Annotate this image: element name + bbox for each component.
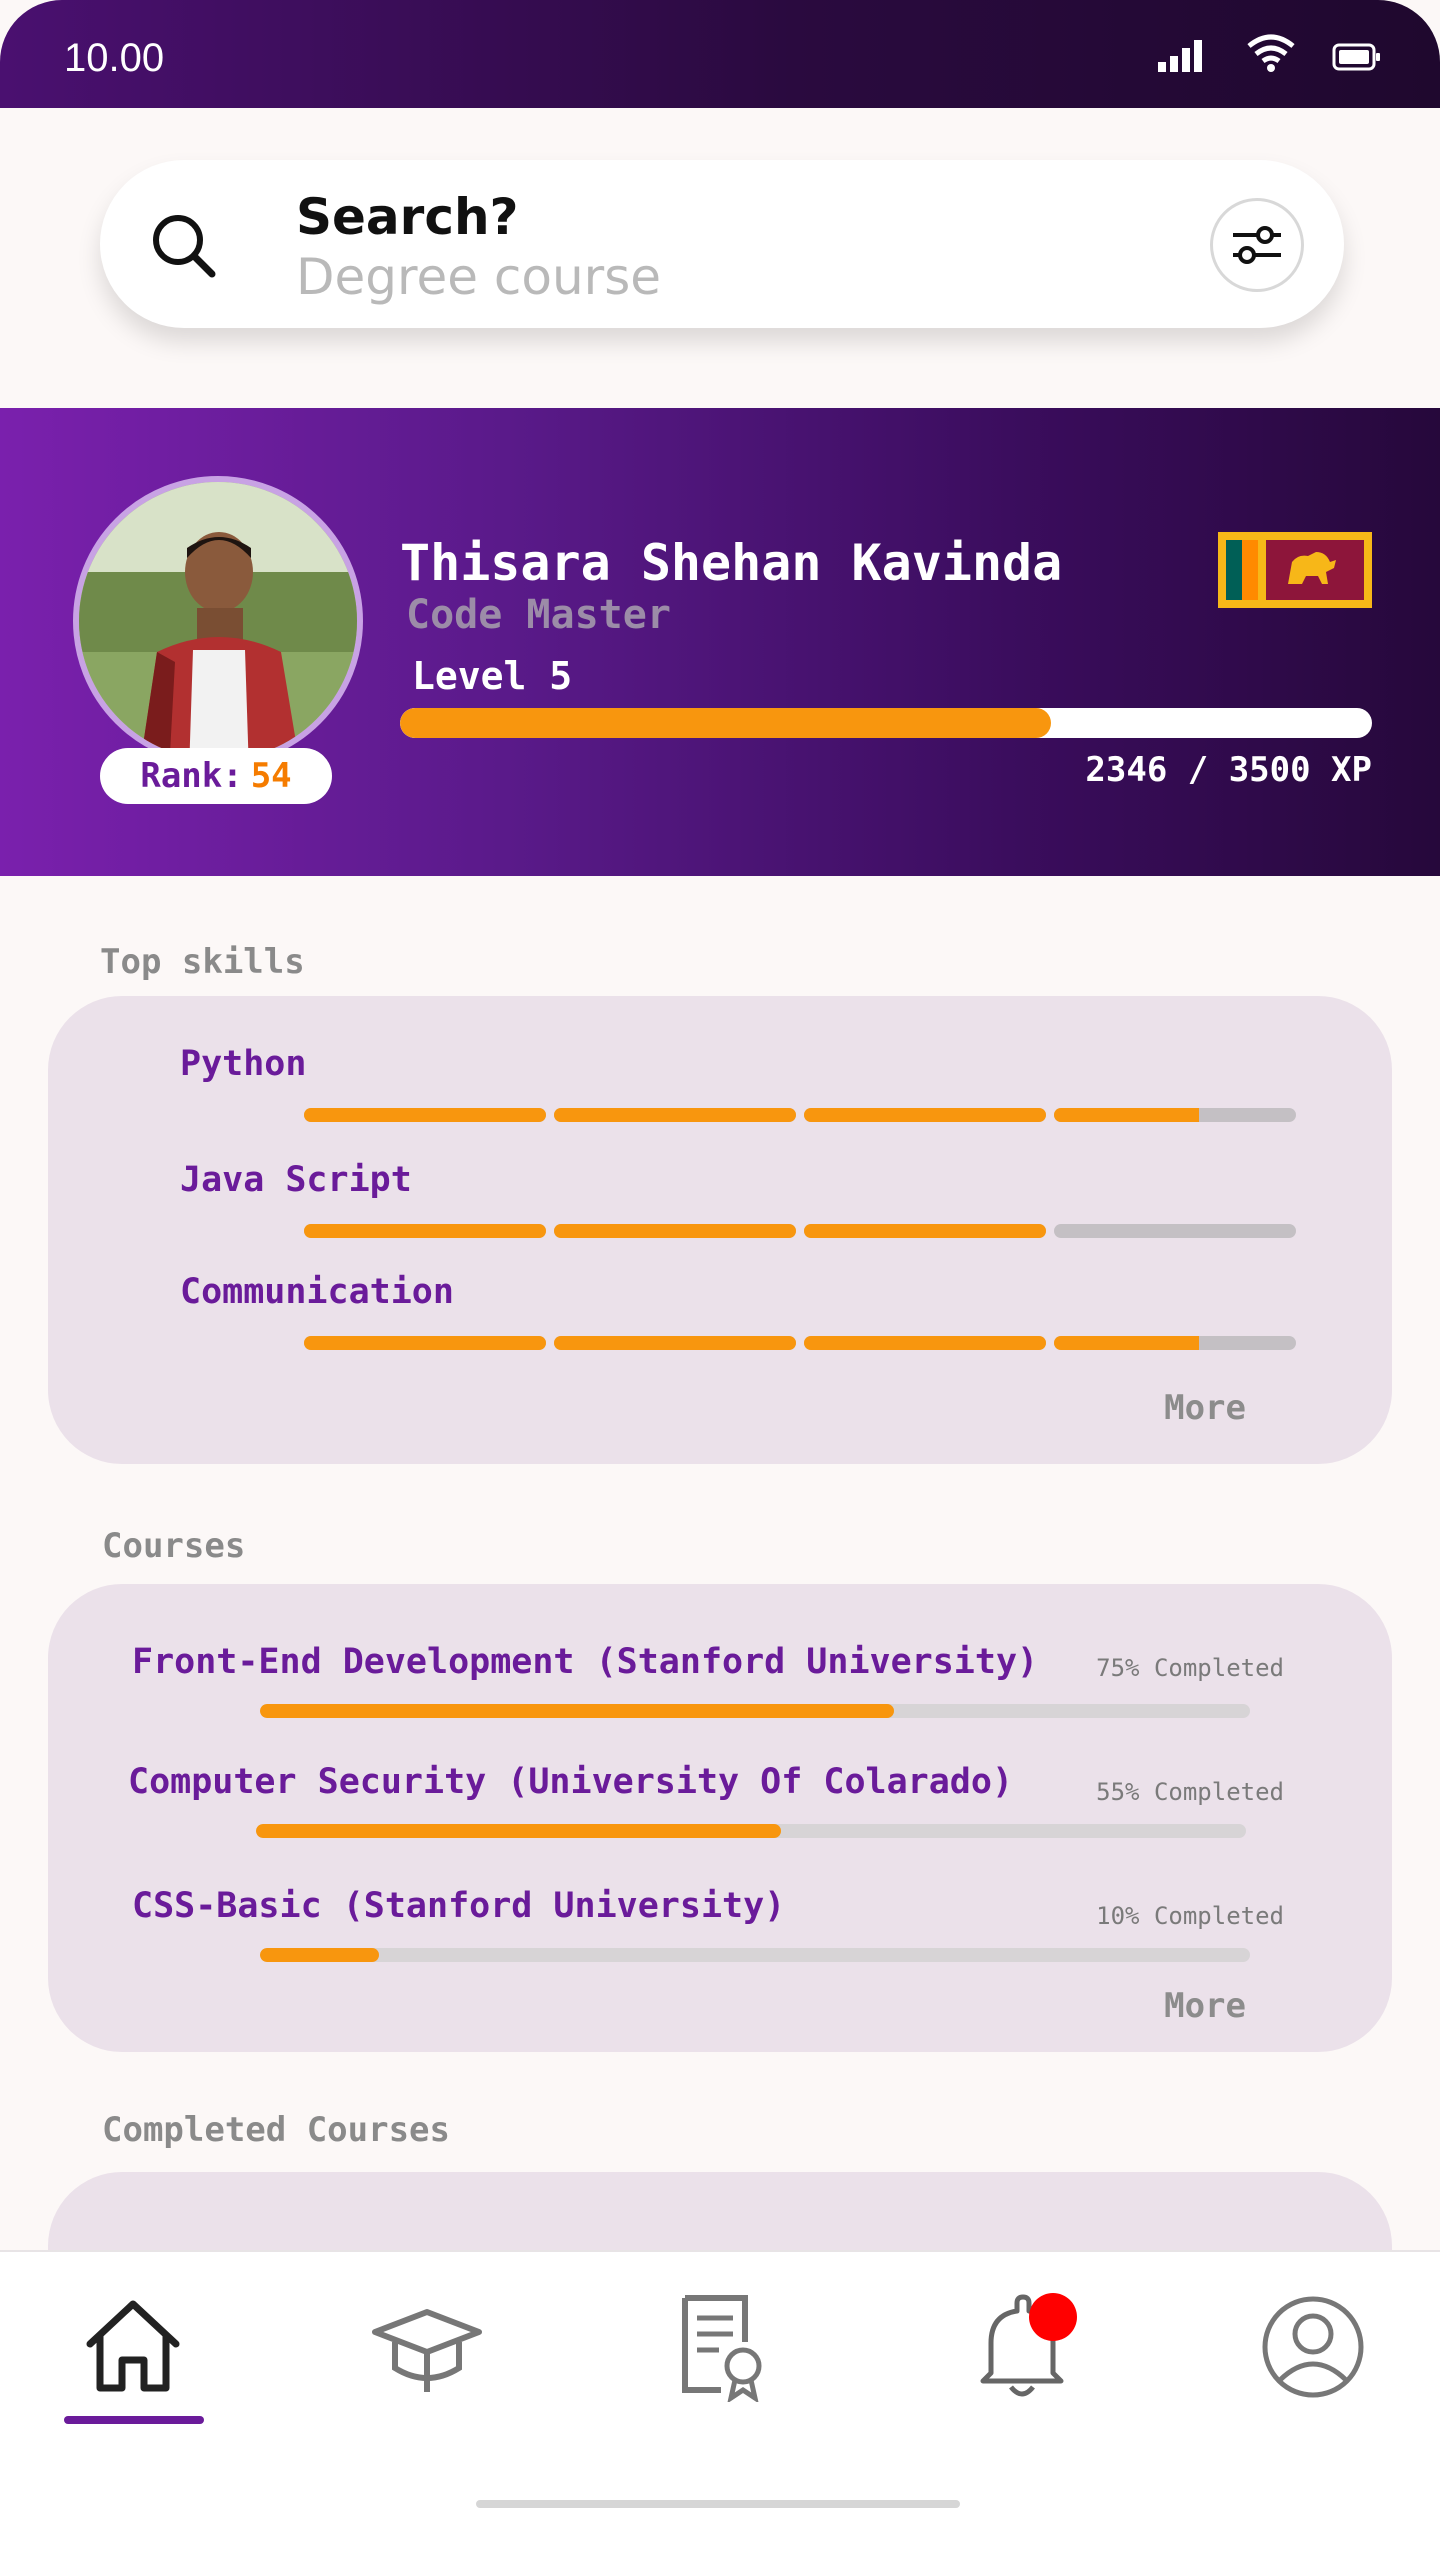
skill-bar-segment [554, 1108, 796, 1122]
completed-heading: Completed Courses [102, 2110, 450, 2150]
home-icon [86, 2300, 180, 2392]
skill-bar [304, 1108, 1296, 1122]
skill-label: Python [180, 1044, 307, 1084]
search-title: Search? [296, 188, 519, 246]
courses-heading: Courses [102, 1526, 246, 1566]
nav-home[interactable] [68, 2282, 198, 2412]
profile-banner: Rank: 54 Thisara Shehan Kavinda Code Mas… [0, 408, 1440, 876]
search-icon[interactable] [148, 210, 220, 282]
profile-title: Code Master [406, 592, 671, 638]
course-progress-bar [260, 1948, 1250, 1962]
nav-certificates[interactable] [656, 2282, 786, 2412]
skill-label: Communication [180, 1272, 454, 1312]
certificate-icon [682, 2295, 762, 2402]
skill-bar-segment [554, 1224, 796, 1238]
xp-text: 2346 / 3500 XP [1085, 750, 1372, 790]
course-progress-fill [260, 1704, 894, 1718]
nav-notifications[interactable] [956, 2282, 1086, 2412]
course-title[interactable]: Computer Security (University Of Colarad… [128, 1762, 1013, 1802]
skill-bar [304, 1224, 1296, 1238]
rank-value: 54 [250, 756, 292, 796]
sri-lanka-flag [1218, 532, 1372, 608]
skills-card: Python Java Script Communication More [48, 996, 1392, 1464]
rank-badge: Rank: 54 [100, 748, 332, 804]
skills-heading: Top skills [100, 942, 305, 982]
home-indicator [476, 2500, 960, 2508]
xp-progress-fill [400, 708, 1052, 738]
profile-icon [1262, 2296, 1364, 2398]
wifi-icon [1247, 34, 1295, 72]
nav-courses[interactable] [362, 2282, 492, 2412]
course-progress-bar [256, 1824, 1246, 1838]
filter-icon [1233, 226, 1281, 264]
skill-bar-segment [1054, 1108, 1296, 1122]
course-progress-fill [256, 1824, 781, 1838]
skill-bar-segment [554, 1336, 796, 1350]
course-percent: 55% Completed [1096, 1778, 1284, 1806]
skill-bar-segment [304, 1224, 546, 1238]
rank-label: Rank: [140, 756, 243, 796]
nav-profile[interactable] [1248, 2282, 1378, 2412]
course-progress-fill [260, 1948, 379, 1962]
profile-name: Thisara Shehan Kavinda [400, 534, 1063, 592]
course-progress-bar [260, 1704, 1250, 1718]
courses-card: Front-End Development (Stanford Universi… [48, 1584, 1392, 2052]
battery-icon [1332, 43, 1380, 71]
status-time: 10.00 [64, 36, 165, 80]
skill-bar-segment [1054, 1224, 1296, 1238]
signal-icon [1158, 40, 1202, 72]
notification-badge [1029, 2293, 1077, 2341]
course-title[interactable]: Front-End Development (Stanford Universi… [132, 1642, 1038, 1682]
search-input[interactable]: Degree course [296, 248, 661, 306]
course-title[interactable]: CSS-Basic (Stanford University) [132, 1886, 785, 1926]
courses-more-button[interactable]: More [1164, 1986, 1246, 2026]
course-percent: 10% Completed [1096, 1902, 1284, 1930]
skill-label: Java Script [180, 1160, 412, 1200]
course-percent: 75% Completed [1096, 1654, 1284, 1682]
nav-active-indicator [64, 2416, 204, 2424]
skill-bar-segment [804, 1336, 1046, 1350]
skill-bar-segment [1054, 1336, 1296, 1350]
skill-bar-segment [804, 1224, 1046, 1238]
avatar[interactable] [73, 476, 363, 766]
xp-progress-bar [400, 708, 1372, 738]
bottom-nav [0, 2250, 1440, 2562]
search-bar[interactable]: Search? Degree course [100, 160, 1344, 328]
skills-more-button[interactable]: More [1164, 1388, 1246, 1428]
graduation-cap-icon [372, 2309, 482, 2392]
bell-icon [980, 2293, 1077, 2397]
skill-bar-segment [304, 1336, 546, 1350]
profile-level: Level 5 [412, 654, 573, 698]
status-bar: 10.00 [0, 0, 1440, 108]
skill-bar-segment [804, 1108, 1046, 1122]
skill-bar-segment [304, 1108, 546, 1122]
skill-bar [304, 1336, 1296, 1350]
filter-button[interactable] [1210, 198, 1304, 292]
